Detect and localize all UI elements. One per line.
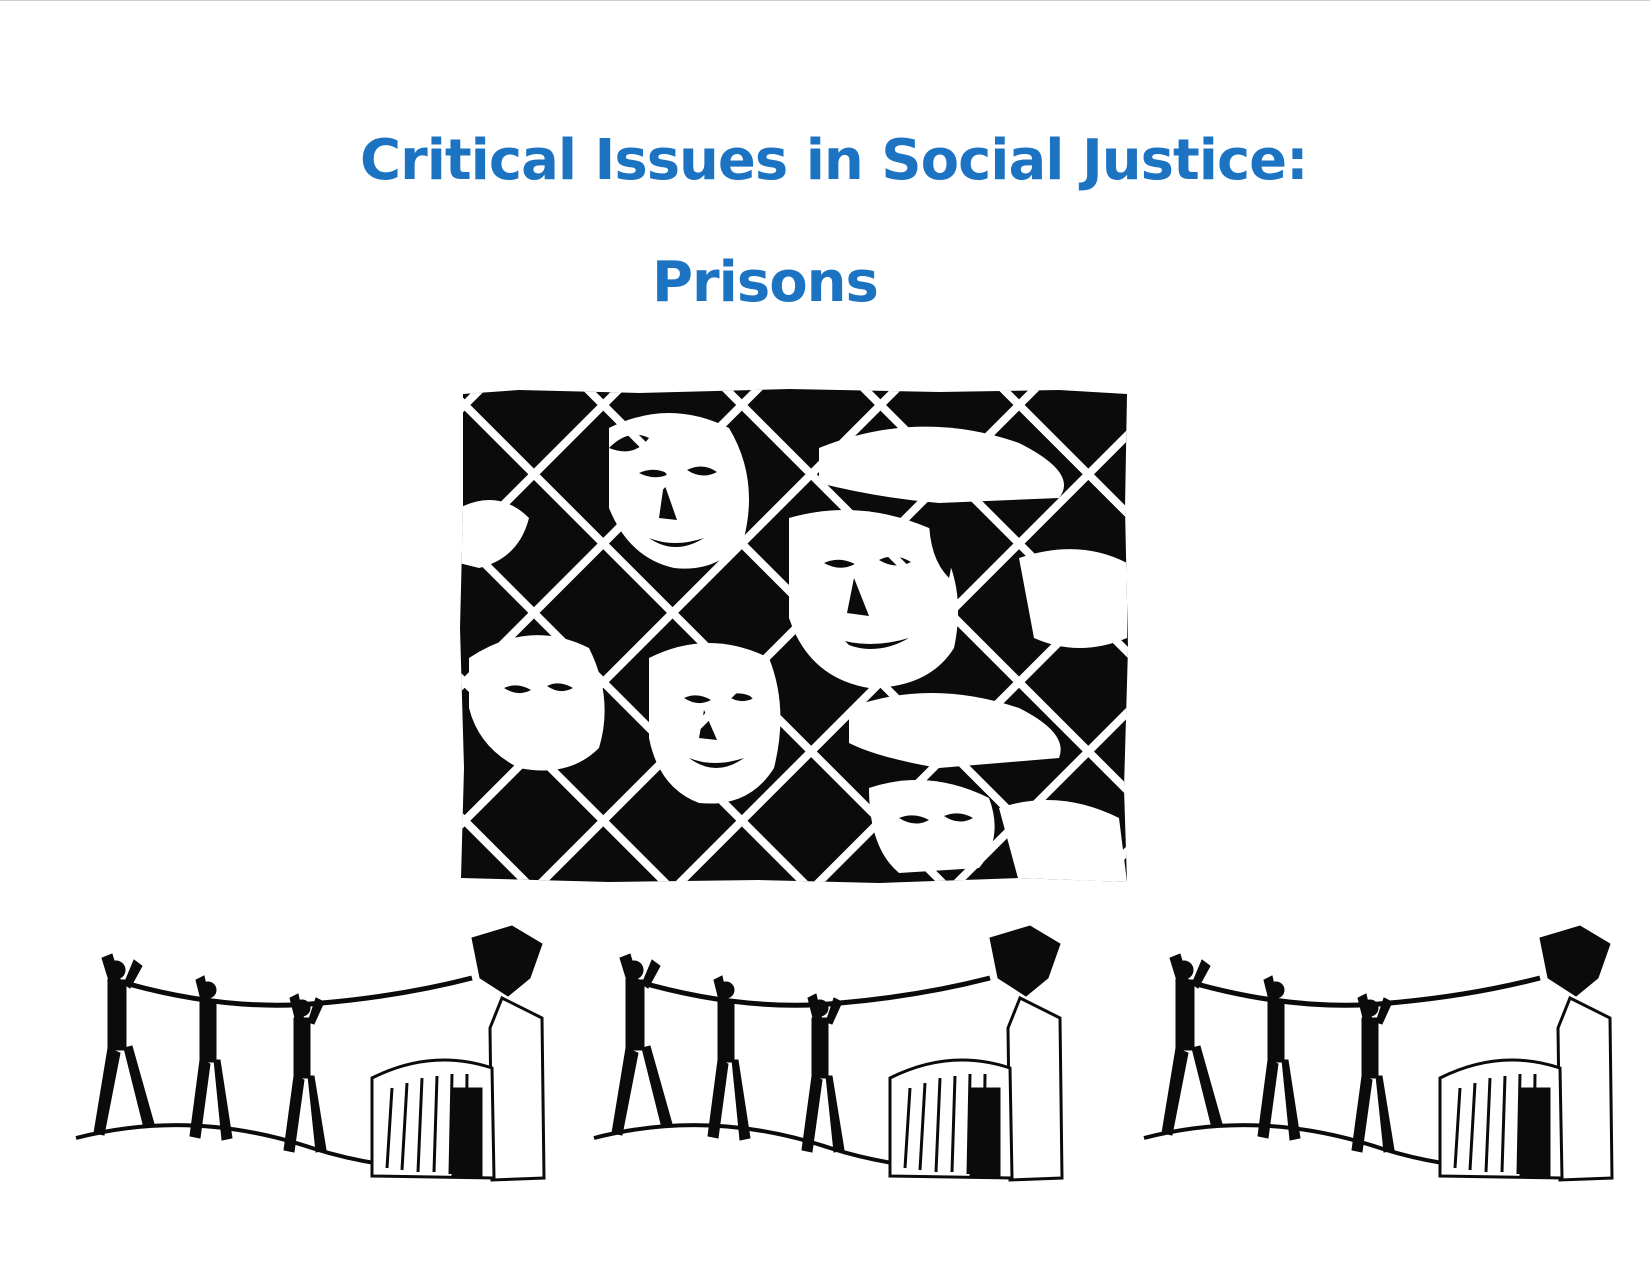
- figures-pulling-prison-panel-3: [1143, 925, 1614, 1182]
- document-subtitle: Prisons: [652, 250, 879, 315]
- page-top-rule: [0, 0, 1650, 1]
- figures-pulling-prison-panel-1: [75, 925, 546, 1182]
- faces-behind-fence-illustration: [460, 389, 1128, 883]
- figures-pulling-prison-panel-2: [593, 925, 1064, 1182]
- document-title: Critical Issues in Social Justice:: [360, 128, 1309, 193]
